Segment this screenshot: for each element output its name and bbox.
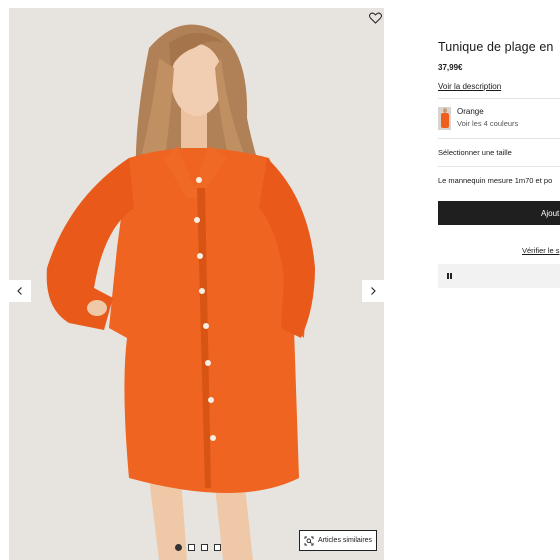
color-name: Orange [457,107,484,116]
media-pause-bar[interactable] [438,264,560,288]
previous-image-button[interactable] [9,280,31,302]
model-size-info: Le mannequin mesure 1m70 et po [438,176,553,185]
divider [438,166,560,167]
product-price: 37,99€ [438,63,463,72]
gallery-dot-2[interactable] [188,544,195,551]
visual-search-icon [304,536,314,545]
wishlist-button[interactable] [369,11,382,24]
gallery-pagination [175,544,221,551]
similar-items-label: Articles similaires [318,537,373,544]
product-image-gallery: Articles similaires [9,8,384,560]
gallery-dot-1[interactable] [175,544,182,551]
gallery-dot-3[interactable] [201,544,208,551]
product-photo [9,8,384,560]
divider [438,138,560,139]
similar-items-button[interactable]: Articles similaires [299,530,377,551]
chevron-right-icon [371,287,376,295]
see-all-colors: Voir les 4 couleurs [457,119,519,128]
heart-icon [369,12,382,24]
verify-stock-link[interactable]: Vérifier le s [522,246,560,255]
chevron-left-icon [17,287,22,295]
color-swatch-thumbnail [438,107,451,130]
pause-icon [447,273,453,279]
gallery-dot-4[interactable] [214,544,221,551]
add-to-cart-label: Ajout [541,208,560,218]
product-info-panel: Tunique de plage en 37,99€ Voir la descr… [438,0,560,560]
color-selector[interactable]: Orange Voir les 4 couleurs [438,107,518,130]
next-image-button[interactable] [362,280,384,302]
divider [438,98,560,99]
product-title: Tunique de plage en [438,40,554,54]
size-selector[interactable]: Sélectionner une taille [438,148,512,157]
see-description-link[interactable]: Voir la description [438,82,501,91]
add-to-cart-button[interactable]: Ajout [438,201,560,225]
